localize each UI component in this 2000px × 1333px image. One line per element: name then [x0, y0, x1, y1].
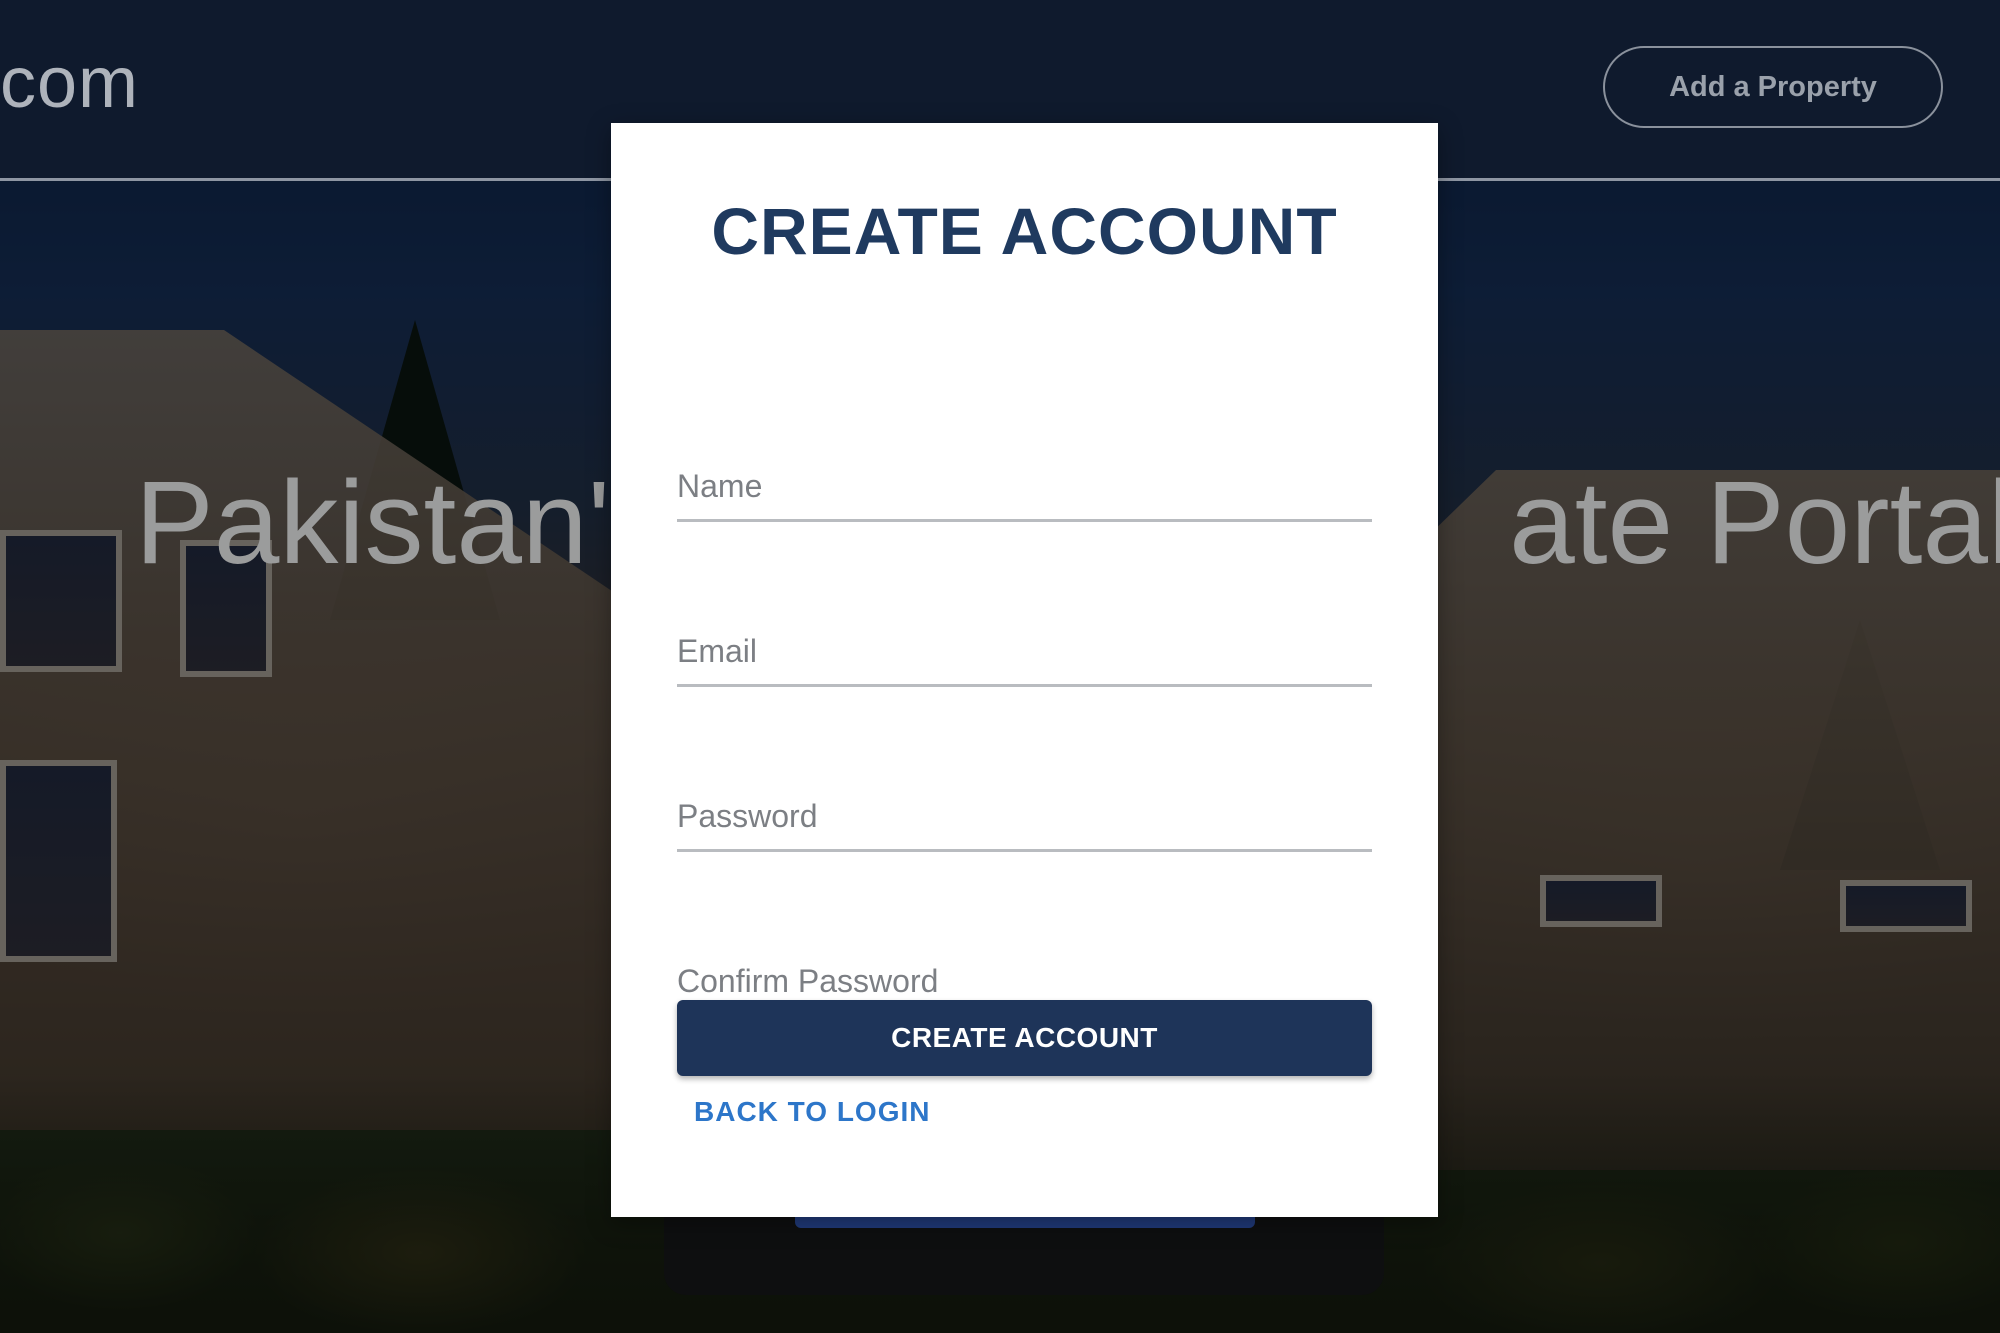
hero-title-left: Pakistan's	[135, 457, 670, 589]
back-to-login-link[interactable]: BACK TO LOGIN	[694, 1096, 930, 1128]
site-brand-logo[interactable]: com	[0, 42, 139, 124]
name-input[interactable]	[677, 453, 1372, 519]
name-field	[677, 453, 1372, 522]
add-property-button[interactable]: Add a Property	[1603, 46, 1943, 128]
modal-title: CREATE ACCOUNT	[711, 194, 1338, 268]
create-account-button[interactable]: CREATE ACCOUNT	[677, 1000, 1372, 1076]
password-input[interactable]	[677, 783, 1372, 849]
hero-title-right: ate Portal	[1509, 457, 2000, 589]
email-input[interactable]	[677, 618, 1372, 684]
create-account-modal: CREATE ACCOUNT CREATE ACCOUNT BACK TO LO…	[611, 123, 1438, 1217]
email-field	[677, 618, 1372, 687]
password-field	[677, 783, 1372, 852]
page-root: com Add a Property Pakistan's ate Portal …	[0, 0, 2000, 1333]
